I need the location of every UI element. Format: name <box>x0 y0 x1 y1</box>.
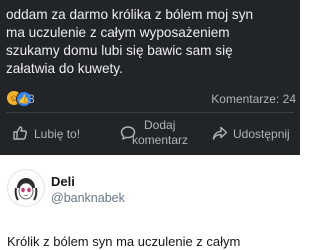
avatar-drawing-icon <box>14 178 38 201</box>
post-text-line: szukamy domu lubi się bawic sam się <box>6 43 233 58</box>
like-button-label: Lubię to! <box>34 127 81 141</box>
like-button[interactable]: Lubię to! <box>12 114 92 152</box>
reaction-count[interactable]: 3 <box>28 92 35 106</box>
share-button[interactable]: Udostępnij <box>212 114 300 152</box>
share-button-label: Udostępnij <box>233 127 290 141</box>
post-text: oddam za darmo królika z bólem moj syn m… <box>6 6 298 78</box>
author-name[interactable]: Deli <box>51 174 75 189</box>
post-text-line: załatwia do kuwety. <box>6 61 123 76</box>
post-actions: Lubię to! Dodaj komentarz Udostępnij <box>0 114 300 152</box>
reactions-row: ☺ 👍 3 Komentarze: 24 <box>0 88 300 110</box>
share-arrow-icon <box>212 126 228 140</box>
post-text-line: oddam za darmo królika z bólem moj syn <box>6 7 254 22</box>
comment-button[interactable]: Dodaj komentarz <box>120 114 200 152</box>
comment-button-label-line1: Dodaj <box>144 118 176 132</box>
author-handle[interactable]: @banknabek <box>51 191 125 205</box>
comments-count[interactable]: Komentarze: 24 <box>211 92 296 106</box>
thumbs-up-icon <box>13 126 28 140</box>
tweet-card: Deli @banknabek Królik z bólem syn ma uc… <box>0 155 300 250</box>
comment-button-label-line2: komentarz <box>132 133 189 147</box>
tweet-text: Królik z bólem syn ma uczulenie z całym <box>7 234 241 249</box>
divider <box>6 112 294 113</box>
avatar[interactable] <box>7 169 45 207</box>
post-text-line: ma uczulenie z całym wyposażeniem <box>6 25 230 40</box>
facebook-post: oddam za darmo królika z bólem moj syn m… <box>0 0 300 155</box>
